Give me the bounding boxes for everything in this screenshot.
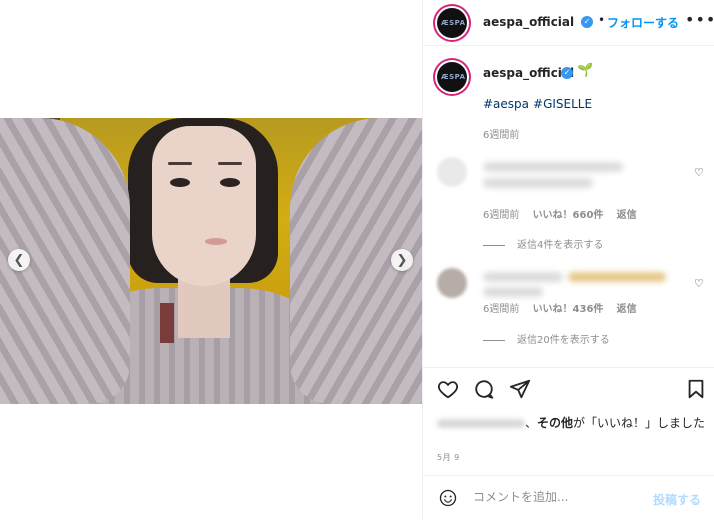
view-replies-button[interactable]: 返信20件を表示する (483, 331, 610, 346)
post-button[interactable]: 投稿する (653, 491, 701, 508)
comment-avatar[interactable] (437, 157, 467, 187)
comment-box: 投稿する (423, 475, 714, 520)
post-date: 5月 9 (437, 453, 460, 462)
comment-likes[interactable]: いいね！436件 (533, 304, 604, 315)
separator-dot: • (598, 13, 606, 27)
comment-meta: 6週間前 いいね！660件 返信 (483, 206, 647, 221)
media-area: ❮ ❯ (0, 0, 422, 519)
likes-summary: 、その他が「いいね！」しました (437, 414, 707, 433)
post-photo (0, 118, 422, 404)
comment-text-blurred (483, 162, 623, 172)
caption-hashtags: #aespa #GISELLE (483, 97, 596, 111)
hashtag-link[interactable]: #aespa (483, 97, 529, 111)
view-replies-label: 返信4件を表示する (517, 240, 604, 251)
heart-icon[interactable] (437, 378, 459, 400)
reply-button[interactable]: 返信 (617, 210, 637, 221)
comment-icon[interactable] (473, 378, 495, 400)
header-username[interactable]: aespa_official (483, 15, 574, 29)
verified-icon: ✓ (581, 16, 593, 28)
carousel-next-button[interactable]: ❯ (391, 249, 413, 271)
comment-text-blurred (483, 178, 593, 188)
caption-avatar[interactable]: ÆSPA (437, 62, 467, 92)
share-icon[interactable] (509, 378, 531, 400)
carousel-prev-button[interactable]: ❮ (8, 249, 30, 271)
post-side-panel: ÆSPA aespa_official ✓ • フォローする ••• ÆSPA … (422, 0, 714, 519)
follow-button[interactable]: フォローする (607, 14, 679, 31)
chevron-right-icon: ❯ (396, 252, 408, 268)
heart-icon[interactable]: ♡ (694, 166, 704, 179)
emoji-icon[interactable] (439, 489, 457, 507)
avatar[interactable]: ÆSPA (437, 8, 467, 38)
action-bar (423, 367, 714, 410)
chevron-left-icon: ❮ (13, 252, 25, 268)
comment-text-blurred (483, 287, 543, 297)
others-link[interactable]: その他 (537, 416, 573, 430)
view-replies-button[interactable]: 返信4件を表示する (483, 236, 603, 251)
comment-time: 6週間前 (483, 304, 520, 315)
caption-time: 6週間前 (483, 130, 520, 141)
liked-by-blurred[interactable] (437, 419, 525, 428)
post-header: ÆSPA aespa_official ✓ • フォローする ••• (423, 0, 714, 46)
comment-text-blurred (568, 272, 666, 282)
verified-icon: ✓ (561, 67, 573, 79)
sprout-emoji: 🌱 (577, 63, 594, 78)
more-options-icon[interactable]: ••• (685, 10, 714, 29)
comment-input[interactable] (473, 490, 643, 504)
bookmark-icon[interactable] (685, 378, 707, 400)
comment-time: 6週間前 (483, 210, 520, 221)
comment-likes[interactable]: いいね！660件 (533, 210, 604, 221)
comment-avatar[interactable] (437, 268, 467, 298)
hashtag-link[interactable]: #GISELLE (533, 97, 592, 111)
reply-button[interactable]: 返信 (617, 304, 637, 315)
heart-icon[interactable]: ♡ (694, 277, 704, 290)
comment-text-blurred (483, 272, 563, 282)
view-replies-label: 返信20件を表示する (517, 335, 610, 346)
comment-meta: 6週間前 いいね！436件 返信 (483, 300, 647, 315)
